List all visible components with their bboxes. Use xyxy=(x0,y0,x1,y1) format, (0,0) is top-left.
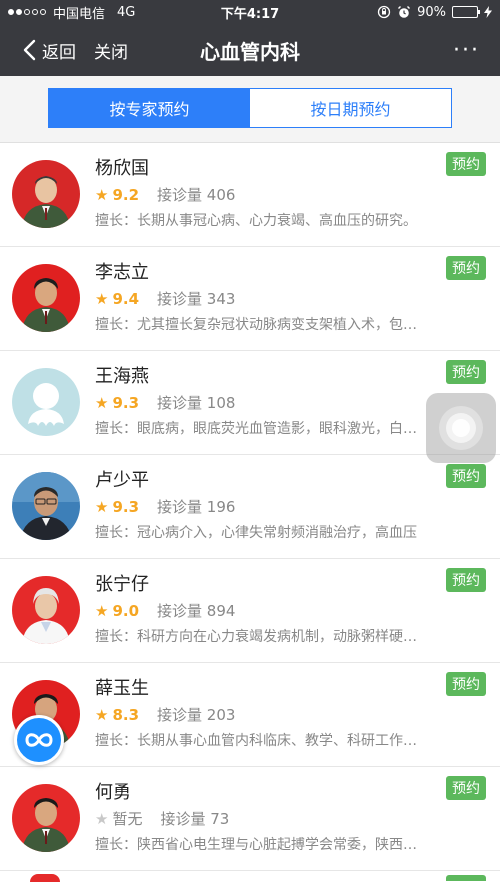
visit-count: 接诊量 343 xyxy=(157,290,236,308)
book-button[interactable]: 预约 xyxy=(446,464,486,488)
book-button[interactable]: 预约 xyxy=(446,568,486,592)
star-icon: ★ xyxy=(95,497,109,516)
doctor-avatar xyxy=(12,784,80,852)
status-right: 90% xyxy=(377,5,492,20)
tab-by-expert[interactable]: 按专家预约 xyxy=(49,89,250,127)
book-button[interactable]: 预约 xyxy=(446,256,486,280)
doctor-list-item[interactable]: 何勇 预约 ★ 暂无 接诊量 73 擅长：陕西省心电生理与心脏起搏学会常委，陕西… xyxy=(0,767,500,871)
doctor-score: 9.4 xyxy=(112,289,140,308)
book-button[interactable]: 预约 xyxy=(446,360,486,384)
book-button[interactable]: 预约 xyxy=(446,672,486,696)
rating-row: ★ 9.0 接诊量 894 xyxy=(95,600,235,621)
doctor-list-item[interactable]: 李志立 预约 ★ 9.4 接诊量 343 擅长：尤其擅长复杂冠状动脉病变支架植入… xyxy=(0,247,500,351)
visit-count: 接诊量 406 xyxy=(157,186,236,204)
star-icon: ★ xyxy=(95,393,109,412)
star-icon: ★ xyxy=(95,289,109,308)
doctor-avatar xyxy=(12,160,80,228)
chevron-left-icon xyxy=(23,39,36,61)
star-icon: ★ xyxy=(95,705,109,724)
nav-bar: 返回 关闭 心血管内科 ··· xyxy=(0,24,500,76)
doctor-name: 薛玉生 xyxy=(95,678,149,699)
doctor-specialty: 擅长：尤其擅长复杂冠状动脉病变支架植入术，包… xyxy=(95,317,417,333)
star-icon: ★ xyxy=(95,809,109,828)
status-bar: 中国电信 4G 下午4:17 90% xyxy=(0,0,500,24)
rating-row: ★ 9.2 接诊量 406 xyxy=(95,184,235,205)
doctor-list: 杨欣国 预约 ★ 9.2 接诊量 406 擅长：长期从事冠心病、心力衰竭、高血压… xyxy=(0,143,500,871)
rating-row: ★ 9.3 接诊量 196 xyxy=(95,496,235,517)
star-icon: ★ xyxy=(95,601,109,620)
doctor-name: 李志立 xyxy=(95,262,149,283)
doctor-specialty: 擅长：冠心病介入，心律失常射频消融治疗，高血压 xyxy=(95,525,417,541)
orientation-lock-icon xyxy=(377,5,391,19)
doctor-score: 9.3 xyxy=(112,393,140,412)
doctor-name: 王海燕 xyxy=(95,366,149,387)
book-button[interactable]: 预约 xyxy=(446,776,486,800)
more-options-button[interactable]: ··· xyxy=(453,38,480,63)
assistive-touch-button[interactable] xyxy=(426,393,496,463)
visit-count: 接诊量 203 xyxy=(157,706,236,724)
doctor-name: 何勇 xyxy=(95,782,131,803)
carrier-label: 中国电信 xyxy=(53,6,106,22)
back-button[interactable]: 返回 xyxy=(0,38,76,63)
doctor-score: 暂无 xyxy=(112,810,143,828)
back-label: 返回 xyxy=(42,42,76,63)
doctor-list-item[interactable]: 薛玉生 预约 ★ 8.3 接诊量 203 擅长：长期从事心血管内科临床、教学、科… xyxy=(0,663,500,767)
visit-count: 接诊量 108 xyxy=(157,394,236,412)
doctor-name: 卢少平 xyxy=(95,470,149,491)
network-label: 4G xyxy=(117,4,136,20)
doctor-avatar xyxy=(12,576,80,644)
doctor-avatar-placeholder xyxy=(12,368,80,436)
floating-app-icon[interactable] xyxy=(14,715,64,765)
charging-bolt-icon xyxy=(484,6,492,18)
doctor-list-item[interactable]: 卢少平 预约 ★ 9.3 接诊量 196 擅长：冠心病介入，心律失常射频消融治疗… xyxy=(0,455,500,559)
doctor-name: 张宁仔 xyxy=(95,574,149,595)
next-list-item-peek xyxy=(0,871,500,882)
doctor-avatar xyxy=(12,264,80,332)
infinity-logo-icon xyxy=(25,733,53,747)
doctor-specialty: 擅长：长期从事心血管内科临床、教学、科研工作… xyxy=(95,733,417,749)
doctor-score: 9.3 xyxy=(112,497,140,516)
rating-row: ★ 9.4 接诊量 343 xyxy=(95,288,235,309)
doctor-avatar xyxy=(12,472,80,540)
visit-count: 接诊量 196 xyxy=(157,498,236,516)
doctor-name: 杨欣国 xyxy=(95,158,149,179)
visit-count: 接诊量 894 xyxy=(157,602,236,620)
rating-row: ★ 8.3 接诊量 203 xyxy=(95,704,235,725)
rating-row: ★ 暂无 接诊量 73 xyxy=(95,808,229,829)
book-button[interactable]: 预约 xyxy=(446,152,486,176)
status-left: 中国电信 4G xyxy=(8,3,135,22)
doctor-list-item[interactable]: 王海燕 预约 ★ 9.3 接诊量 108 擅长：眼底病，眼底荧光血管造影，眼科激… xyxy=(0,351,500,455)
doctor-list-item[interactable]: 杨欣国 预约 ★ 9.2 接诊量 406 擅长：长期从事冠心病、心力衰竭、高血压… xyxy=(0,143,500,247)
star-icon: ★ xyxy=(95,185,109,204)
signal-strength-icon xyxy=(8,9,46,15)
doctor-specialty: 擅长：科研方向在心力衰竭发病机制，动脉粥样硬… xyxy=(95,629,417,645)
doctor-score: 8.3 xyxy=(112,705,140,724)
visit-count: 接诊量 73 xyxy=(160,810,230,828)
tab-by-date[interactable]: 按日期预约 xyxy=(250,89,451,127)
doctor-specialty: 擅长：长期从事冠心病、心力衰竭、高血压的研究。 xyxy=(95,213,417,229)
doctor-specialty: 擅长：陕西省心电生理与心脏起搏学会常委，陕西… xyxy=(95,837,417,853)
doctor-score: 9.0 xyxy=(112,601,140,620)
alarm-clock-icon xyxy=(398,6,411,18)
doctor-score: 9.2 xyxy=(112,185,140,204)
tab-bar: 按专家预约 按日期预约 xyxy=(48,88,452,128)
tab-bar-container: 按专家预约 按日期预约 xyxy=(0,76,500,143)
battery-icon xyxy=(452,6,480,18)
close-button[interactable]: 关闭 xyxy=(94,38,128,63)
battery-percent: 90% xyxy=(417,4,446,20)
doctor-list-item[interactable]: 张宁仔 预约 ★ 9.0 接诊量 894 擅长：科研方向在心力衰竭发病机制，动脉… xyxy=(0,559,500,663)
rating-row: ★ 9.3 接诊量 108 xyxy=(95,392,235,413)
